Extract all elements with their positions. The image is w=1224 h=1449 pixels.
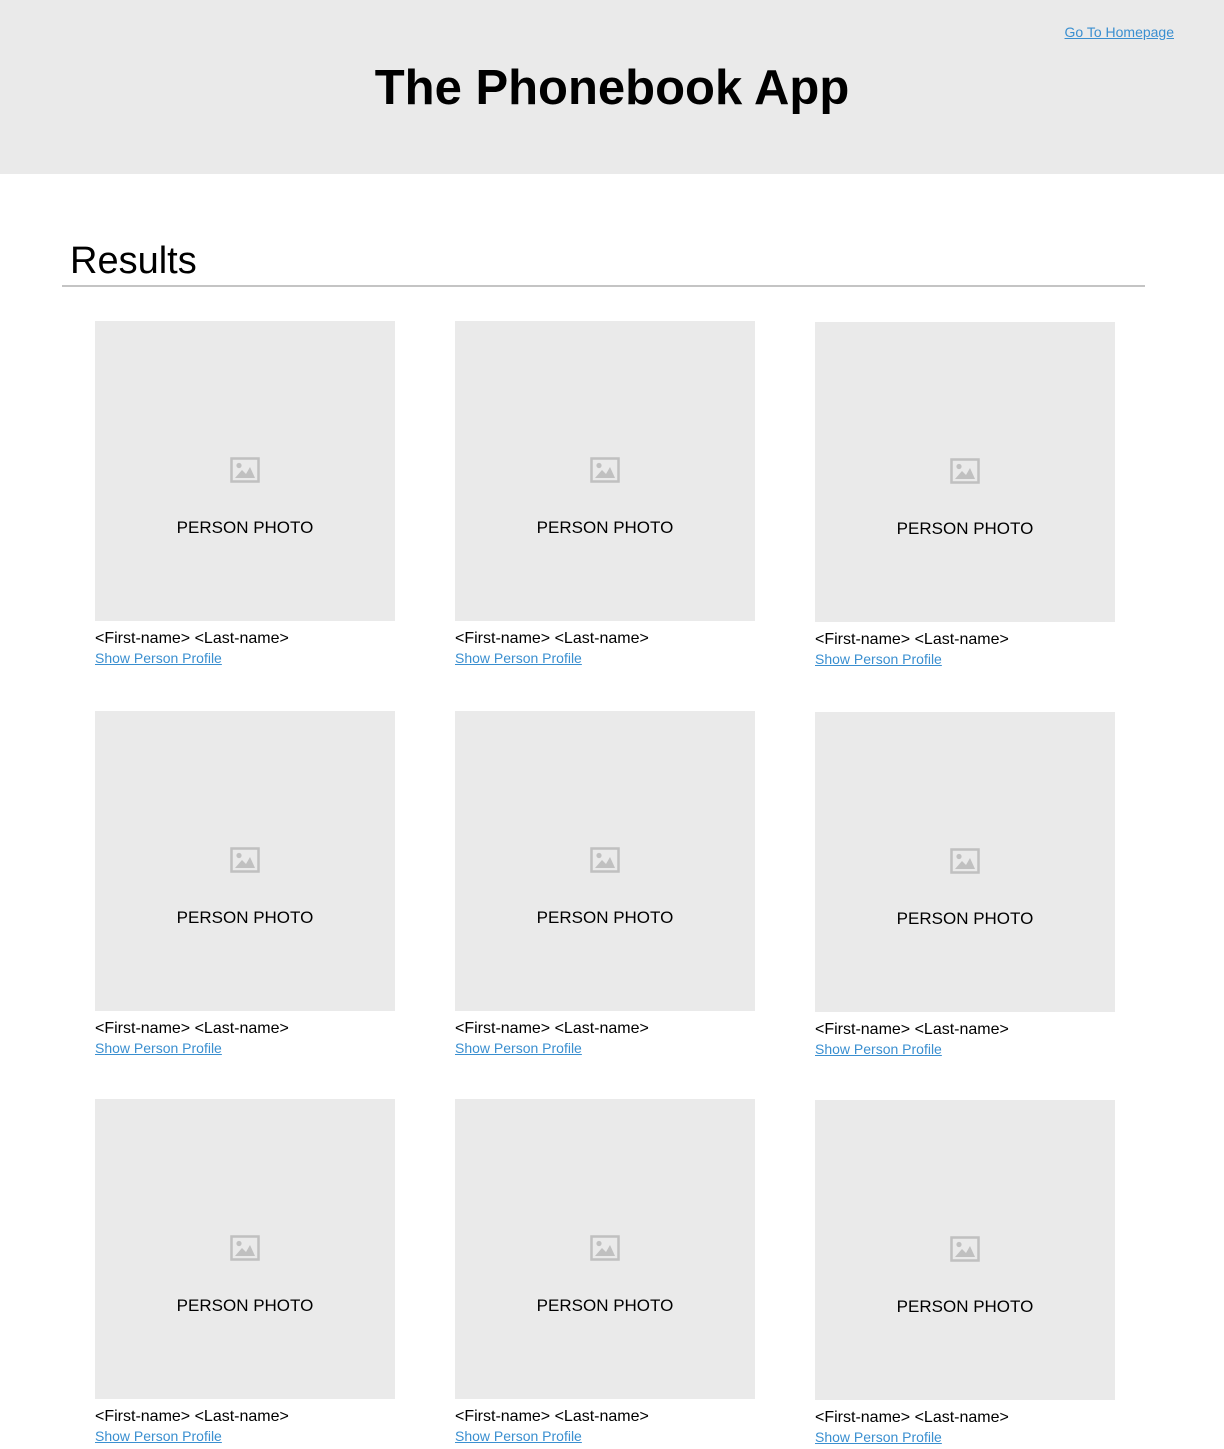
image-placeholder-icon [950,458,980,484]
app-header: Go To Homepage The Phonebook App [0,0,1224,174]
show-person-profile-link[interactable]: Show Person Profile [815,1040,942,1058]
show-person-profile-link[interactable]: Show Person Profile [455,1039,582,1057]
person-photo-label: PERSON PHOTO [896,519,1034,538]
person-photo-label: PERSON PHOTO [176,1296,314,1315]
person-card: PERSON PHOTO <First-name> <Last-name> Sh… [815,322,1115,669]
app-title: The Phonebook App [374,61,850,115]
show-person-profile-link[interactable]: Show Person Profile [815,1428,942,1446]
person-photo-placeholder: PERSON PHOTO [815,322,1115,622]
person-name: <First-name> <Last-name> [95,1408,289,1425]
person-name: <First-name> <Last-name> [455,1408,649,1425]
person-photo-label: PERSON PHOTO [176,908,314,927]
person-photo-placeholder: PERSON PHOTO [95,321,395,621]
person-card: PERSON PHOTO <First-name> <Last-name> Sh… [455,321,755,668]
image-placeholder-icon [230,457,260,483]
image-placeholder-icon [230,1235,260,1261]
person-photo-placeholder: PERSON PHOTO [95,1099,395,1399]
person-name: <First-name> <Last-name> [455,630,649,647]
person-photo-label: PERSON PHOTO [536,1296,674,1315]
person-photo-label: PERSON PHOTO [536,518,674,537]
image-placeholder-icon [950,1236,980,1262]
person-name: <First-name> <Last-name> [95,1020,289,1037]
person-card: PERSON PHOTO <First-name> <Last-name> Sh… [815,712,1115,1059]
person-photo-placeholder: PERSON PHOTO [455,1099,755,1399]
person-photo-label: PERSON PHOTO [176,518,314,537]
person-photo-placeholder: PERSON PHOTO [455,321,755,621]
go-to-homepage-link[interactable]: Go To Homepage [1065,24,1174,40]
show-person-profile-link[interactable]: Show Person Profile [95,649,222,667]
person-name: <First-name> <Last-name> [95,630,289,647]
image-placeholder-icon [230,847,260,873]
person-name: <First-name> <Last-name> [815,1409,1009,1426]
show-person-profile-link[interactable]: Show Person Profile [455,649,582,667]
show-person-profile-link[interactable]: Show Person Profile [815,650,942,668]
person-card: PERSON PHOTO <First-name> <Last-name> Sh… [95,321,395,668]
image-placeholder-icon [590,847,620,873]
person-name: <First-name> <Last-name> [455,1020,649,1037]
person-name: <First-name> <Last-name> [815,631,1009,648]
image-placeholder-icon [950,848,980,874]
person-photo-placeholder: PERSON PHOTO [815,1100,1115,1400]
person-card: PERSON PHOTO <First-name> <Last-name> Sh… [95,1099,395,1446]
person-photo-placeholder: PERSON PHOTO [815,712,1115,1012]
person-photo-label: PERSON PHOTO [536,908,674,927]
results-heading: Results [70,240,197,282]
person-card: PERSON PHOTO <First-name> <Last-name> Sh… [95,711,395,1058]
person-card: PERSON PHOTO <First-name> <Last-name> Sh… [455,1099,755,1446]
image-placeholder-icon [590,457,620,483]
person-photo-placeholder: PERSON PHOTO [95,711,395,1011]
person-card: PERSON PHOTO <First-name> <Last-name> Sh… [815,1100,1115,1447]
results-divider [62,285,1145,287]
person-card: PERSON PHOTO <First-name> <Last-name> Sh… [455,711,755,1058]
person-photo-placeholder: PERSON PHOTO [455,711,755,1011]
person-photo-label: PERSON PHOTO [896,1297,1034,1316]
show-person-profile-link[interactable]: Show Person Profile [455,1427,582,1445]
show-person-profile-link[interactable]: Show Person Profile [95,1039,222,1057]
image-placeholder-icon [590,1235,620,1261]
show-person-profile-link[interactable]: Show Person Profile [95,1427,222,1445]
person-name: <First-name> <Last-name> [815,1021,1009,1038]
person-photo-label: PERSON PHOTO [896,909,1034,928]
